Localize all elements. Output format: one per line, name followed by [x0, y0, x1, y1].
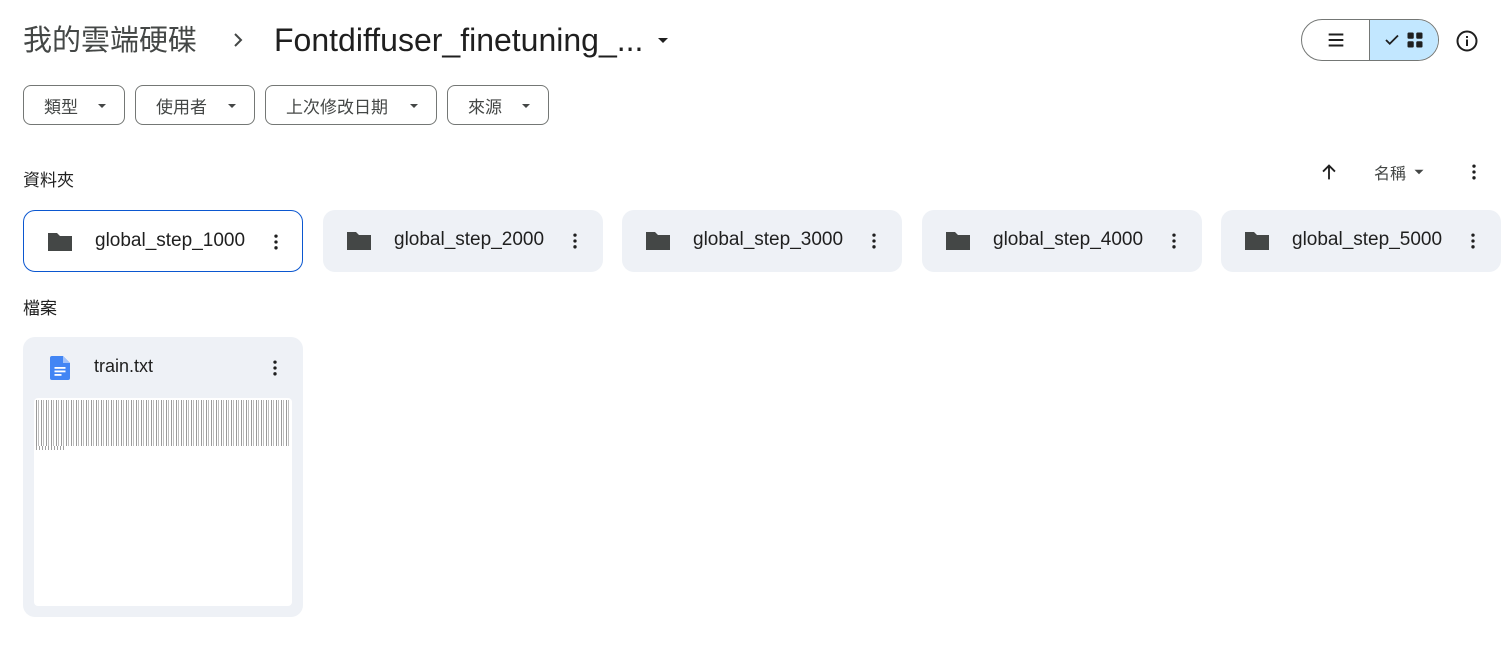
folder-card[interactable]: global_step_4000	[922, 210, 1202, 272]
filter-modified-chip[interactable]: 上次修改日期	[265, 85, 437, 125]
folder-more-button[interactable]	[264, 230, 288, 254]
filter-source-label: 來源	[468, 97, 502, 118]
filter-people-chip[interactable]: 使用者	[135, 85, 255, 125]
folder-icon	[646, 232, 670, 250]
current-folder-label: Fontdiffuser_finetuning_...	[274, 21, 644, 58]
caret-down-icon	[658, 38, 669, 43]
caret-down-icon	[410, 104, 418, 108]
chevron-right-icon	[234, 33, 243, 47]
folder-card[interactable]: global_step_3000	[622, 210, 902, 272]
folder-icon	[347, 232, 371, 250]
folder-more-button[interactable]	[862, 229, 886, 253]
caret-down-icon	[98, 104, 106, 108]
folder-card[interactable]: global_step_5000	[1221, 210, 1501, 272]
folder-name: global_step_4000	[993, 229, 1144, 250]
details-button[interactable]	[1452, 26, 1482, 56]
breadcrumb-root[interactable]: 我的雲端硬碟	[23, 20, 197, 60]
file-more-button[interactable]	[263, 356, 287, 380]
folder-card[interactable]: global_step_2000	[323, 210, 603, 272]
filter-people-label: 使用者	[156, 97, 207, 118]
grid-icon	[1407, 32, 1423, 48]
more-vert-icon	[1472, 164, 1476, 180]
more-vert-icon	[872, 233, 876, 249]
more-vert-icon	[573, 233, 577, 249]
thumbnail-text-preview-tail	[36, 446, 66, 450]
more-vert-icon	[274, 234, 278, 250]
folder-icon	[48, 233, 72, 251]
filter-type-label: 類型	[44, 97, 78, 118]
filter-modified-label: 上次修改日期	[286, 97, 388, 118]
caret-down-icon	[522, 104, 530, 108]
file-thumbnail	[34, 398, 292, 606]
info-icon	[1456, 30, 1478, 52]
filter-type-chip[interactable]: 類型	[23, 85, 125, 125]
sort-field-label: 名稱	[1374, 164, 1407, 183]
view-toggle	[1301, 19, 1439, 61]
thumbnail-text-preview	[36, 400, 290, 446]
sort-direction-button[interactable]	[1316, 159, 1342, 185]
breadcrumb-current-folder[interactable]: Fontdiffuser_finetuning_...	[262, 18, 687, 62]
folder-name: global_step_3000	[693, 229, 844, 250]
more-vert-icon	[1471, 233, 1475, 249]
file-name: train.txt	[94, 356, 154, 376]
folder-icon	[1245, 232, 1269, 250]
grid-view-button[interactable]	[1370, 20, 1438, 60]
more-options-button[interactable]	[1462, 160, 1486, 184]
list-icon	[1328, 33, 1343, 47]
folder-icon	[946, 232, 970, 250]
files-section-title: 檔案	[23, 299, 57, 319]
sort-field-button[interactable]: 名稱	[1374, 160, 1428, 184]
file-card[interactable]: train.txt	[23, 337, 303, 617]
folder-name: global_step_5000	[1292, 229, 1443, 250]
folders-section-title: 資料夾	[23, 171, 74, 191]
folder-more-button[interactable]	[1461, 229, 1485, 253]
check-icon	[1385, 34, 1399, 46]
filter-source-chip[interactable]: 來源	[447, 85, 549, 125]
folder-more-button[interactable]	[563, 229, 587, 253]
folder-name: global_step_1000	[95, 230, 246, 251]
more-vert-icon	[273, 360, 277, 376]
more-vert-icon	[1172, 233, 1176, 249]
doc-icon	[50, 356, 70, 380]
folder-name: global_step_2000	[394, 229, 545, 250]
folder-more-button[interactable]	[1162, 229, 1186, 253]
arrow-up-icon	[1322, 164, 1336, 180]
caret-down-icon	[228, 104, 236, 108]
folder-card[interactable]: global_step_1000	[23, 210, 303, 272]
caret-down-icon	[1414, 169, 1424, 175]
list-view-button[interactable]	[1302, 20, 1370, 60]
